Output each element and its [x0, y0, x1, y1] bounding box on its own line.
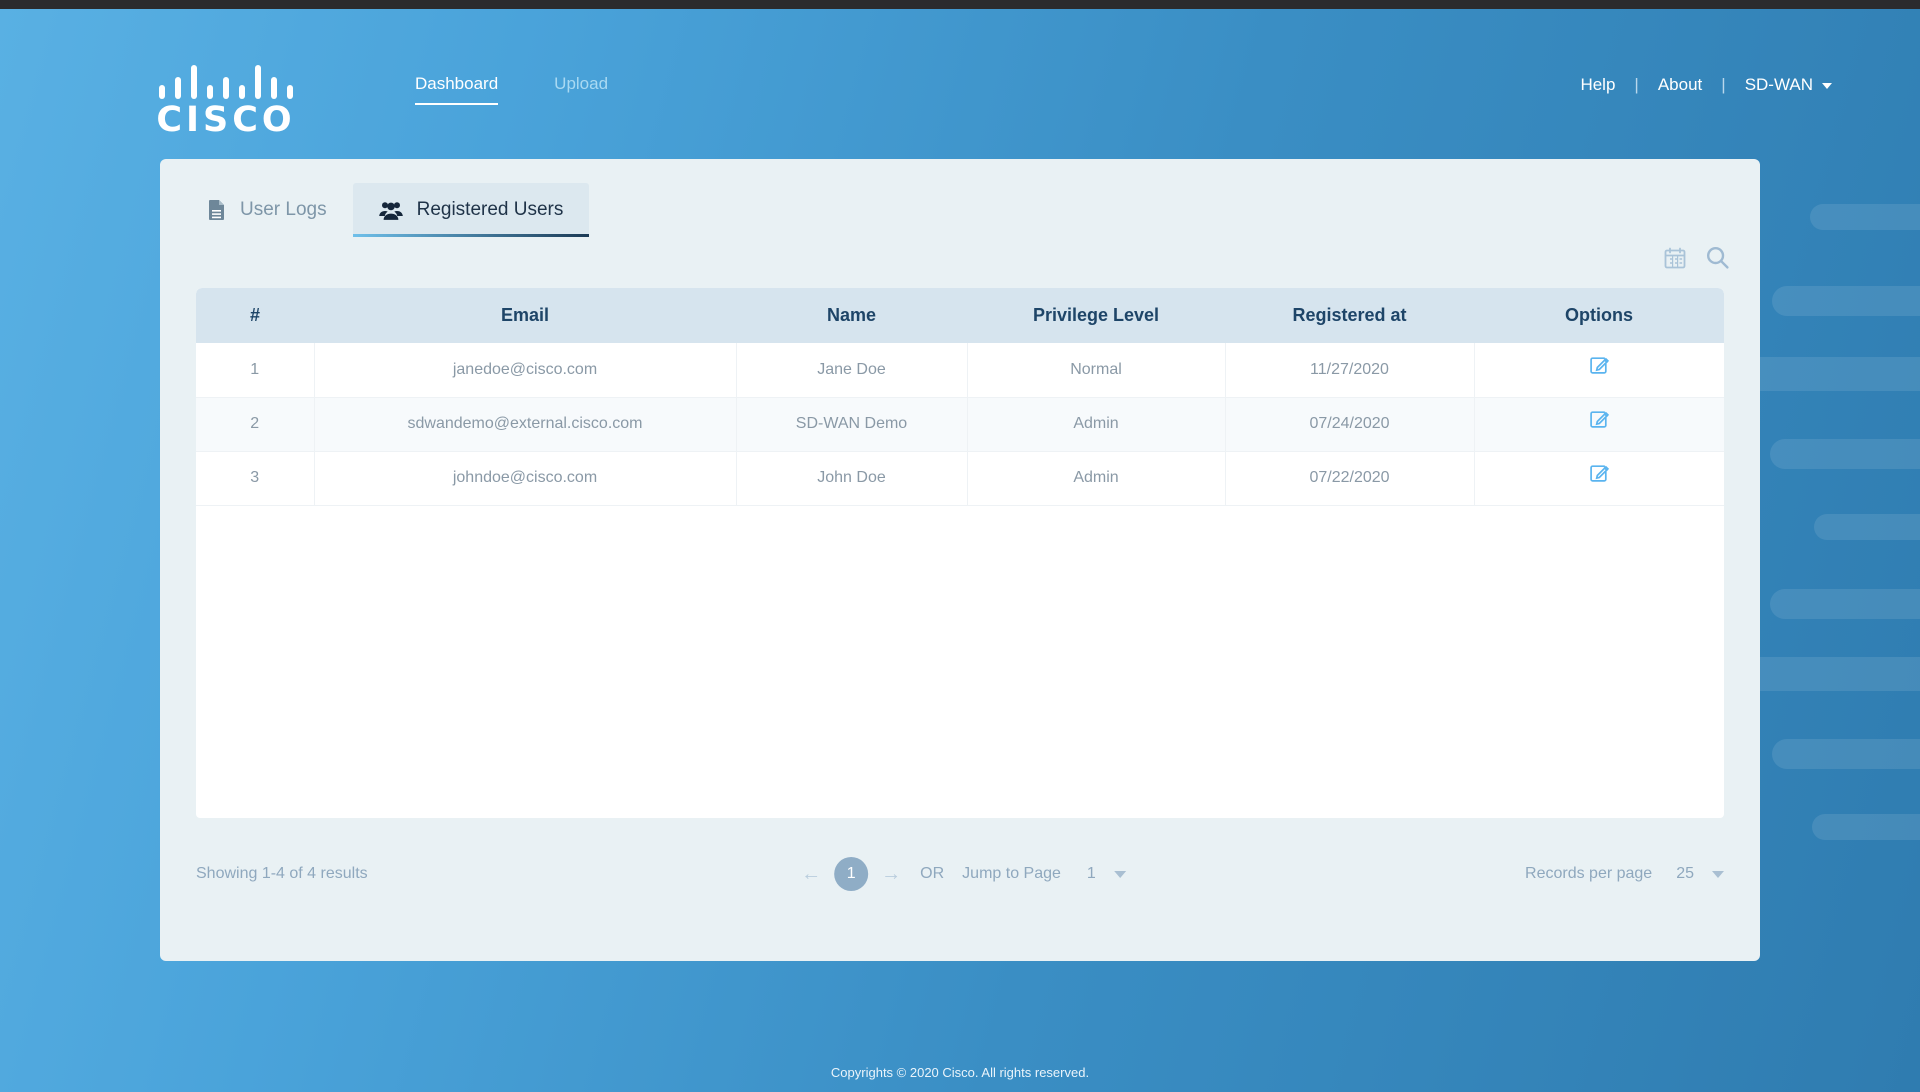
records-per-page-select[interactable]: 25	[1676, 865, 1724, 883]
page-number-button[interactable]: 1	[834, 857, 869, 891]
user-menu-label: SD-WAN	[1744, 75, 1813, 94]
nav-item-help[interactable]: Help	[1561, 75, 1634, 95]
cell-privilege: Admin	[967, 397, 1226, 452]
tab-bar: User Logs Registered Users	[182, 183, 590, 237]
nav-item-upload[interactable]: Upload	[554, 75, 608, 103]
decorative-bar	[1810, 204, 1920, 230]
column-header-registered[interactable]: Registered at	[1225, 288, 1474, 343]
table-row: 1 janedoe@cisco.com Jane Doe Normal 11/2…	[196, 343, 1724, 398]
table-row: 3 johndoe@cisco.com John Doe Admin 07/22…	[196, 451, 1724, 506]
cisco-logo[interactable]: CISCO	[136, 61, 316, 138]
user-menu[interactable]: SD-WAN	[1726, 75, 1832, 95]
pagination-or-label: OR	[920, 865, 945, 882]
column-header-options[interactable]: Options	[1474, 288, 1724, 343]
cell-registered: 11/27/2020	[1225, 343, 1475, 398]
cell-index: 3	[196, 451, 315, 506]
jump-to-page-value: 1	[1086, 865, 1096, 882]
cell-name: SD-WAN Demo	[736, 397, 968, 452]
column-header-email[interactable]: Email	[314, 288, 736, 343]
cell-privilege: Normal	[967, 343, 1226, 398]
arrow-left-icon[interactable]: ←	[794, 857, 828, 891]
cell-email: janedoe@cisco.com	[314, 343, 737, 398]
nav-item-dashboard[interactable]: Dashboard	[415, 75, 499, 105]
decorative-bar	[1772, 739, 1920, 769]
column-header-name[interactable]: Name	[736, 288, 967, 343]
decorative-bar	[1814, 514, 1920, 540]
decorative-bar	[1772, 286, 1920, 316]
app-background: CISCO Dashboard Upload Help | About | SD…	[0, 9, 1920, 1092]
cisco-bars-logo-icon	[136, 61, 316, 99]
search-icon[interactable]	[1705, 245, 1730, 270]
cell-options	[1474, 397, 1724, 452]
column-header-privilege[interactable]: Privilege Level	[967, 288, 1225, 343]
utility-nav: Help | About | SD-WAN	[1561, 75, 1832, 95]
table-row: 2 sdwandemo@external.cisco.com SD-WAN De…	[196, 397, 1724, 452]
cell-email: sdwandemo@external.cisco.com	[314, 397, 737, 452]
records-per-page: Records per page 25	[1525, 865, 1724, 883]
cell-options	[1474, 451, 1724, 506]
calendar-icon[interactable]	[1663, 246, 1687, 270]
cell-index: 1	[196, 343, 315, 398]
caret-down-icon	[1712, 870, 1724, 878]
primary-nav: Dashboard Upload	[415, 75, 608, 105]
cell-name: Jane Doe	[736, 343, 968, 398]
results-summary: Showing 1-4 of 4 results	[196, 865, 368, 882]
decorative-bar	[1770, 439, 1920, 469]
users-icon	[378, 200, 403, 220]
edit-icon[interactable]	[1589, 463, 1610, 484]
pagination-bar: Showing 1-4 of 4 results ← 1 → OR Jump t…	[160, 831, 1760, 917]
caret-down-icon	[1113, 870, 1126, 878]
decorative-bar	[1770, 589, 1920, 619]
tab-user-logs-label: User Logs	[240, 199, 327, 220]
jump-to-page-select[interactable]: 1	[1087, 865, 1126, 883]
cell-registered: 07/24/2020	[1225, 397, 1475, 452]
cell-index: 2	[196, 397, 315, 452]
tab-user-logs[interactable]: User Logs	[182, 183, 353, 237]
content-card: User Logs Registered Users # Email Name …	[160, 159, 1760, 961]
nav-separator: |	[1634, 75, 1639, 94]
cell-registered: 07/22/2020	[1225, 451, 1475, 506]
cell-privilege: Admin	[967, 451, 1226, 506]
cell-email: johndoe@cisco.com	[314, 451, 737, 506]
cell-name: John Doe	[736, 451, 968, 506]
cisco-logo-text: CISCO	[156, 100, 296, 140]
arrow-right-icon[interactable]: →	[874, 857, 908, 891]
table-toolbar	[1663, 245, 1730, 270]
column-header-index[interactable]: #	[196, 288, 314, 343]
nav-item-about[interactable]: About	[1639, 75, 1721, 95]
document-icon	[208, 199, 226, 221]
tab-registered-users[interactable]: Registered Users	[352, 183, 590, 237]
edit-icon[interactable]	[1589, 409, 1610, 430]
tab-registered-users-label: Registered Users	[416, 199, 564, 220]
jump-to-page-label: Jump to Page	[962, 865, 1061, 882]
pagination-controls: ← 1 → OR Jump to Page 1	[794, 857, 1126, 891]
footer-copyright: Copyrights © 2020 Cisco. All rights rese…	[830, 1065, 1090, 1080]
decorative-bar	[1812, 814, 1920, 840]
top-window-strip	[0, 0, 1920, 9]
registered-users-table: # Email Name Privilege Level Registered …	[196, 288, 1724, 818]
edit-icon[interactable]	[1589, 355, 1610, 376]
app-header: CISCO Dashboard Upload Help | About | SD…	[0, 9, 1920, 159]
records-per-page-value: 25	[1676, 865, 1694, 882]
chevron-down-icon	[1822, 83, 1832, 89]
nav-separator: |	[1721, 75, 1726, 94]
table-header-row: # Email Name Privilege Level Registered …	[196, 288, 1724, 343]
cell-options	[1474, 343, 1724, 398]
records-per-page-label: Records per page	[1525, 865, 1653, 882]
